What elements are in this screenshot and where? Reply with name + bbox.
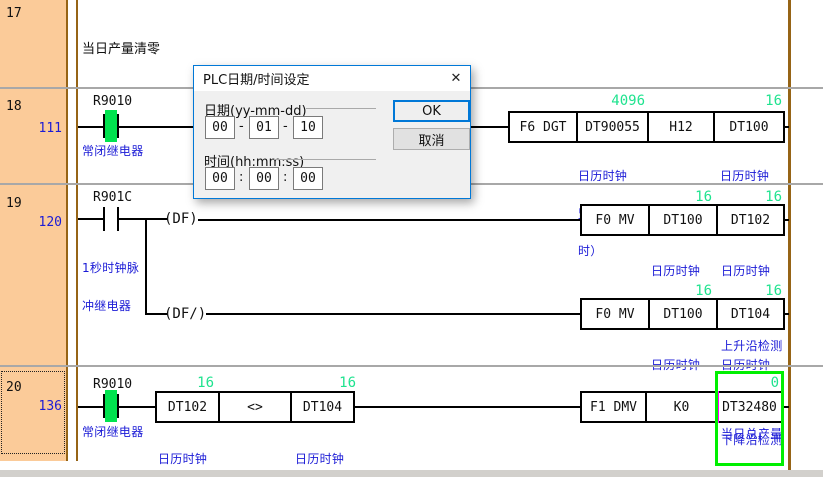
date-dd-field[interactable] [293, 116, 323, 139]
branch-wire [145, 218, 147, 315]
block-cell-operand[interactable]: DT100 [648, 206, 716, 234]
time-group-line [274, 159, 376, 160]
monitor-value: 16 [652, 283, 712, 299]
ok-button[interactable]: OK [393, 100, 470, 122]
rung20-contact[interactable] [103, 394, 105, 418]
block-cell-operand[interactable]: DT100 [648, 300, 716, 328]
time-ss-field[interactable] [293, 167, 323, 190]
comment-line: 常闭继电器 [82, 426, 144, 439]
ladder-editor-screen: 17 18 111 19 120 20 136 当日产量清零 R9010 常闭继… [0, 0, 823, 479]
rung20-compare-block[interactable]: DT102 <> DT104 [155, 391, 355, 423]
date-yy-field[interactable] [205, 116, 235, 139]
comment-line: 日历时钟 [158, 453, 220, 466]
wire [785, 219, 789, 221]
plc-datetime-dialog: PLC日期/时间设定 ✕ 日期(yy-mm-dd) - - 时间(hh:mm:s… [193, 65, 471, 199]
comment-line: 日历时钟 [578, 170, 631, 183]
rung19-contact-comment: 1秒时钟脉 冲继电器 [82, 237, 139, 337]
left-power-rail [76, 0, 78, 461]
rung19-contact-name: R901C [93, 190, 132, 205]
rung18-contact[interactable] [103, 114, 105, 138]
wire [78, 218, 103, 220]
cancel-button[interactable]: 取消 [393, 128, 470, 150]
rung-number-19[interactable]: 19 [6, 196, 22, 211]
monitor-value: 16 [722, 283, 782, 299]
block-cell-operand[interactable]: DT90055 [576, 113, 647, 141]
rung18-contact-name: R9010 [93, 94, 132, 109]
rung18-instruction-block[interactable]: F6 DGT DT90055 H12 DT100 [508, 111, 785, 143]
time-separator: : [239, 170, 243, 185]
date-separator: - [283, 119, 288, 134]
rung-number-17[interactable]: 17 [6, 6, 22, 21]
wire [785, 126, 789, 128]
monitor-value: 16 [154, 375, 214, 391]
block-cell-operand[interactable]: DT104 [716, 300, 783, 328]
comment-line: 冲继电器 [82, 300, 139, 313]
comment-line: 日历时钟 [295, 453, 357, 466]
monitor-value: 16 [652, 189, 712, 205]
monitor-value: 16 [296, 375, 356, 391]
df-rise-instruction[interactable]: (DF) [164, 211, 198, 227]
dialog-title-bar[interactable]: PLC日期/时间设定 ✕ [194, 66, 470, 91]
rung-separator [0, 365, 823, 367]
wire [78, 126, 103, 128]
time-separator: : [283, 170, 287, 185]
comment-line: 1秒时钟脉 [82, 262, 139, 275]
monitor-value: 4096 [585, 93, 645, 109]
dialog-title: PLC日期/时间设定 [194, 69, 442, 88]
block-cell-opcode[interactable]: F6 DGT [510, 113, 576, 141]
time-mm-field[interactable] [249, 167, 279, 190]
wire [119, 406, 155, 408]
rung20-contact-on-state [105, 390, 117, 422]
wire [206, 313, 580, 315]
block-cell-operand[interactable]: DT102 [716, 206, 783, 234]
comment-line: 常闭继电器 [82, 145, 144, 158]
time-hh-field[interactable] [205, 167, 235, 190]
ladder-selection-cursor[interactable] [715, 371, 784, 466]
rung19-move-block-fall[interactable]: F0 MV DT100 DT104 [580, 298, 785, 330]
wire [355, 406, 580, 408]
wire [78, 406, 103, 408]
df-fall-instruction[interactable]: (DF/) [164, 306, 206, 322]
close-icon[interactable]: ✕ [442, 71, 470, 86]
block-cell-operand[interactable]: K0 [645, 393, 716, 421]
date-mm-field[interactable] [249, 116, 279, 139]
date-group-line [306, 108, 376, 109]
block-cell-operator[interactable]: <> [218, 393, 290, 421]
rung20-cell-focus-cursor [1, 371, 65, 454]
block-cell-operand[interactable]: H12 [647, 113, 713, 141]
bottom-scroll-strip[interactable] [0, 470, 823, 477]
date-separator: - [239, 119, 244, 134]
rung19-move-block-rise[interactable]: F0 MV DT100 DT102 [580, 204, 785, 236]
block-cell-opcode[interactable]: F0 MV [582, 300, 648, 328]
rung20-contact-comment: 常闭继电器 [82, 426, 144, 439]
step-address-111: 111 [0, 121, 62, 136]
block-cell-operand[interactable]: DT100 [713, 113, 783, 141]
comment-line: 日历时钟 [720, 170, 782, 183]
block-cell-opcode[interactable]: F1 DMV [582, 393, 645, 421]
right-power-rail [788, 0, 791, 473]
block-cell-operand[interactable]: DT102 [157, 393, 218, 421]
rung17-comment[interactable]: 当日产量清零 [82, 38, 160, 57]
comment-line: 时） [578, 245, 631, 258]
rung-number-18[interactable]: 18 [6, 99, 22, 114]
wire [198, 219, 580, 221]
monitor-value: 16 [722, 189, 782, 205]
rung19-contact[interactable] [103, 207, 105, 231]
comment-line: 日历时钟 [721, 265, 783, 278]
comment-line: 日历时钟 [651, 265, 713, 278]
block-cell-opcode[interactable]: F0 MV [582, 206, 648, 234]
wire [119, 218, 168, 220]
step-address-120: 120 [0, 215, 62, 230]
rung18-contact-on-state [105, 110, 117, 142]
wire [785, 313, 789, 315]
block-cell-operand[interactable]: DT104 [290, 393, 353, 421]
rung18-contact-comment: 常闭继电器 [82, 145, 144, 158]
monitor-value: 16 [722, 93, 782, 109]
